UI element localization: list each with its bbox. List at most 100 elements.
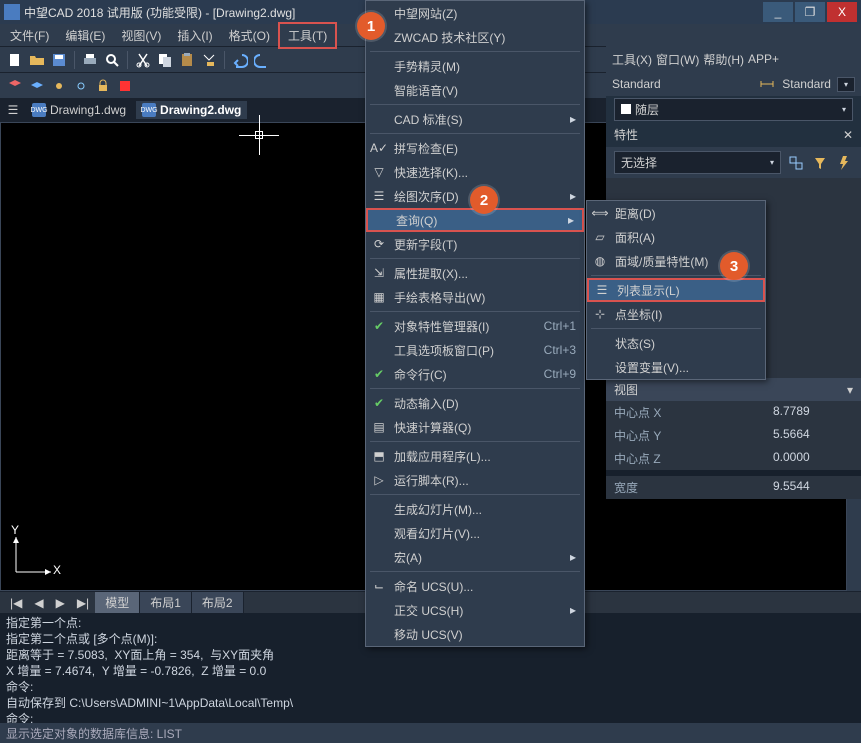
save-icon[interactable]: [50, 51, 68, 69]
menu-item-website[interactable]: 中望网站(Z): [366, 1, 584, 25]
undo-icon[interactable]: [231, 51, 249, 69]
separator: [224, 51, 225, 69]
check-icon: ✔: [370, 319, 388, 333]
menu-view[interactable]: 视图(V): [113, 24, 169, 47]
minimize-button[interactable]: _: [763, 2, 793, 22]
menu-item-macro[interactable]: 宏(A)▸: [366, 545, 584, 569]
cmd-line: 距离等于 = 7.5083, XY面上角 = 354, 与XY面夹角: [6, 647, 855, 663]
menu-item-script[interactable]: ▷运行脚本(R)...: [366, 468, 584, 492]
menu-item-attextract[interactable]: ⇲属性提取(X)...: [366, 261, 584, 285]
menu-item-updatefields[interactable]: ⟳更新字段(T): [366, 232, 584, 256]
layer-color-label: 随层: [635, 101, 659, 118]
cut-icon[interactable]: [134, 51, 152, 69]
flash-icon[interactable]: [835, 154, 853, 172]
properties-panel-header[interactable]: 特性 ✕: [606, 122, 861, 147]
menu-file[interactable]: 文件(F): [2, 24, 57, 47]
menu-item-orthoucs[interactable]: 正交 UCS(H)▸: [366, 598, 584, 622]
menu-item-namedducs[interactable]: ⌙命名 UCS(U)...: [366, 574, 584, 598]
draworder-icon: ☰: [370, 189, 388, 203]
layout-tab-2[interactable]: 布局2: [192, 592, 244, 613]
print-icon[interactable]: [81, 51, 99, 69]
prop-key: 宽度: [614, 479, 773, 496]
match-icon[interactable]: [200, 51, 218, 69]
menu-item-idpoint[interactable]: ⊹点坐标(I): [587, 302, 765, 326]
layout-nav-last[interactable]: ▶|: [71, 594, 95, 612]
menu-item-commandline[interactable]: ✔命令行(C)Ctrl+9: [366, 362, 584, 386]
redo-icon[interactable]: [253, 51, 271, 69]
menu-insert[interactable]: 插入(I): [169, 24, 220, 47]
menu-item-gesture[interactable]: 手势精灵(M): [366, 54, 584, 78]
properties-title: 特性: [614, 126, 638, 143]
menu-item-properties[interactable]: ✔对象特性管理器(I)Ctrl+1: [366, 314, 584, 338]
cmd-line: 自动保存到 C:\Users\ADMINI~1\AppData\Local\Te…: [6, 695, 855, 711]
menu-item-loadapp[interactable]: ⬒加载应用程序(L)...: [366, 444, 584, 468]
prop-row[interactable]: 宽度9.5544: [606, 476, 861, 499]
layout-tab-1[interactable]: 布局1: [140, 592, 192, 613]
prop-row[interactable]: 中心点 Y5.5664: [606, 424, 861, 447]
menu-item-dyninput[interactable]: ✔动态输入(D): [366, 391, 584, 415]
layout-nav-first[interactable]: |◀: [4, 594, 28, 612]
menu-edit[interactable]: 编辑(E): [57, 24, 113, 47]
new-icon[interactable]: [6, 51, 24, 69]
dwg-icon: DWG: [142, 103, 156, 117]
prop-key: 中心点 Y: [614, 427, 773, 444]
cmd-line: 命令:: [6, 711, 855, 723]
layout-tab-model[interactable]: 模型: [95, 592, 140, 613]
menu-window[interactable]: 窗口(W): [656, 51, 699, 68]
open-icon[interactable]: [28, 51, 46, 69]
paste-icon[interactable]: [178, 51, 196, 69]
close-button[interactable]: X: [827, 2, 857, 22]
layout-nav-prev[interactable]: ◀: [28, 594, 49, 612]
menu-item-moveucs[interactable]: 移动 UCS(V): [366, 622, 584, 646]
calculator-icon: ▤: [370, 420, 388, 434]
preview-icon[interactable]: [103, 51, 121, 69]
dwg-icon: DWG: [32, 103, 46, 117]
menu-item-tableexport[interactable]: ▦手绘表格导出(W): [366, 285, 584, 309]
layer-color-combo[interactable]: 随层 ▾: [614, 98, 853, 121]
menu-item-quickselect[interactable]: ▽快速选择(K)...: [366, 160, 584, 184]
menu-format[interactable]: 格式(O): [221, 24, 278, 47]
sun-icon[interactable]: [50, 77, 68, 95]
close-panel-icon[interactable]: ✕: [843, 128, 853, 142]
maximize-button[interactable]: ❐: [795, 2, 825, 22]
prop-row[interactable]: 中心点 X8.7789: [606, 401, 861, 424]
separator: [127, 51, 128, 69]
lock-icon[interactable]: [94, 77, 112, 95]
menu-item-viewslide[interactable]: 观看幻灯片(V)...: [366, 521, 584, 545]
menu-item-distance[interactable]: ⟺距离(D): [587, 201, 765, 225]
freeze-icon[interactable]: [72, 77, 90, 95]
layer-state-icon[interactable]: [28, 77, 46, 95]
menu-help[interactable]: 帮助(H): [703, 51, 744, 68]
menu-item-query[interactable]: 查询(Q)▸: [366, 208, 584, 232]
menu-item-quickcalc[interactable]: ▤快速计算器(Q): [366, 415, 584, 439]
layer-manager-icon[interactable]: [6, 77, 24, 95]
menu-item-status[interactable]: 状态(S): [587, 331, 765, 355]
menu-item-makeslide[interactable]: 生成幻灯片(M)...: [366, 497, 584, 521]
menu-item-setvar[interactable]: 设置变量(V)...: [587, 355, 765, 379]
dimstyle-icon[interactable]: [758, 75, 776, 93]
field-icon: ⟳: [370, 237, 388, 251]
copy-icon[interactable]: [156, 51, 174, 69]
menu-item-forum[interactable]: ZWCAD 技术社区(Y): [366, 25, 584, 49]
menu-tools-right[interactable]: 工具(X): [612, 51, 652, 68]
selection-combo[interactable]: 无选择▾: [614, 151, 781, 174]
menu-item-list[interactable]: ☰列表显示(L): [587, 278, 765, 302]
ucs-icon: X Y: [11, 527, 61, 580]
select-objects-icon[interactable]: [787, 154, 805, 172]
menu-app[interactable]: APP+: [748, 52, 779, 66]
quick-select-icon[interactable]: [811, 154, 829, 172]
layout-nav-next[interactable]: ▶: [50, 594, 71, 612]
prop-section-view[interactable]: 视图▾: [606, 378, 861, 401]
color-icon[interactable]: [116, 77, 134, 95]
menu-item-cadstandards[interactable]: CAD 标准(S)▸: [366, 107, 584, 131]
prop-row[interactable]: 中心点 Z0.0000: [606, 447, 861, 470]
doc-home-icon[interactable]: ☰: [4, 101, 22, 119]
menu-item-toolpalette[interactable]: 工具选项板窗口(P)Ctrl+3: [366, 338, 584, 362]
menu-tools[interactable]: 工具(T): [278, 22, 337, 49]
doc-tab-1[interactable]: DWG Drawing1.dwg: [26, 101, 132, 119]
menu-item-area[interactable]: ▱面积(A): [587, 225, 765, 249]
menu-item-voice[interactable]: 智能语音(V): [366, 78, 584, 102]
menu-item-spell[interactable]: A✓拼写检查(E): [366, 136, 584, 160]
doc-tab-2[interactable]: DWG Drawing2.dwg: [136, 101, 247, 119]
dim-style-combo[interactable]: ▾: [837, 77, 855, 92]
